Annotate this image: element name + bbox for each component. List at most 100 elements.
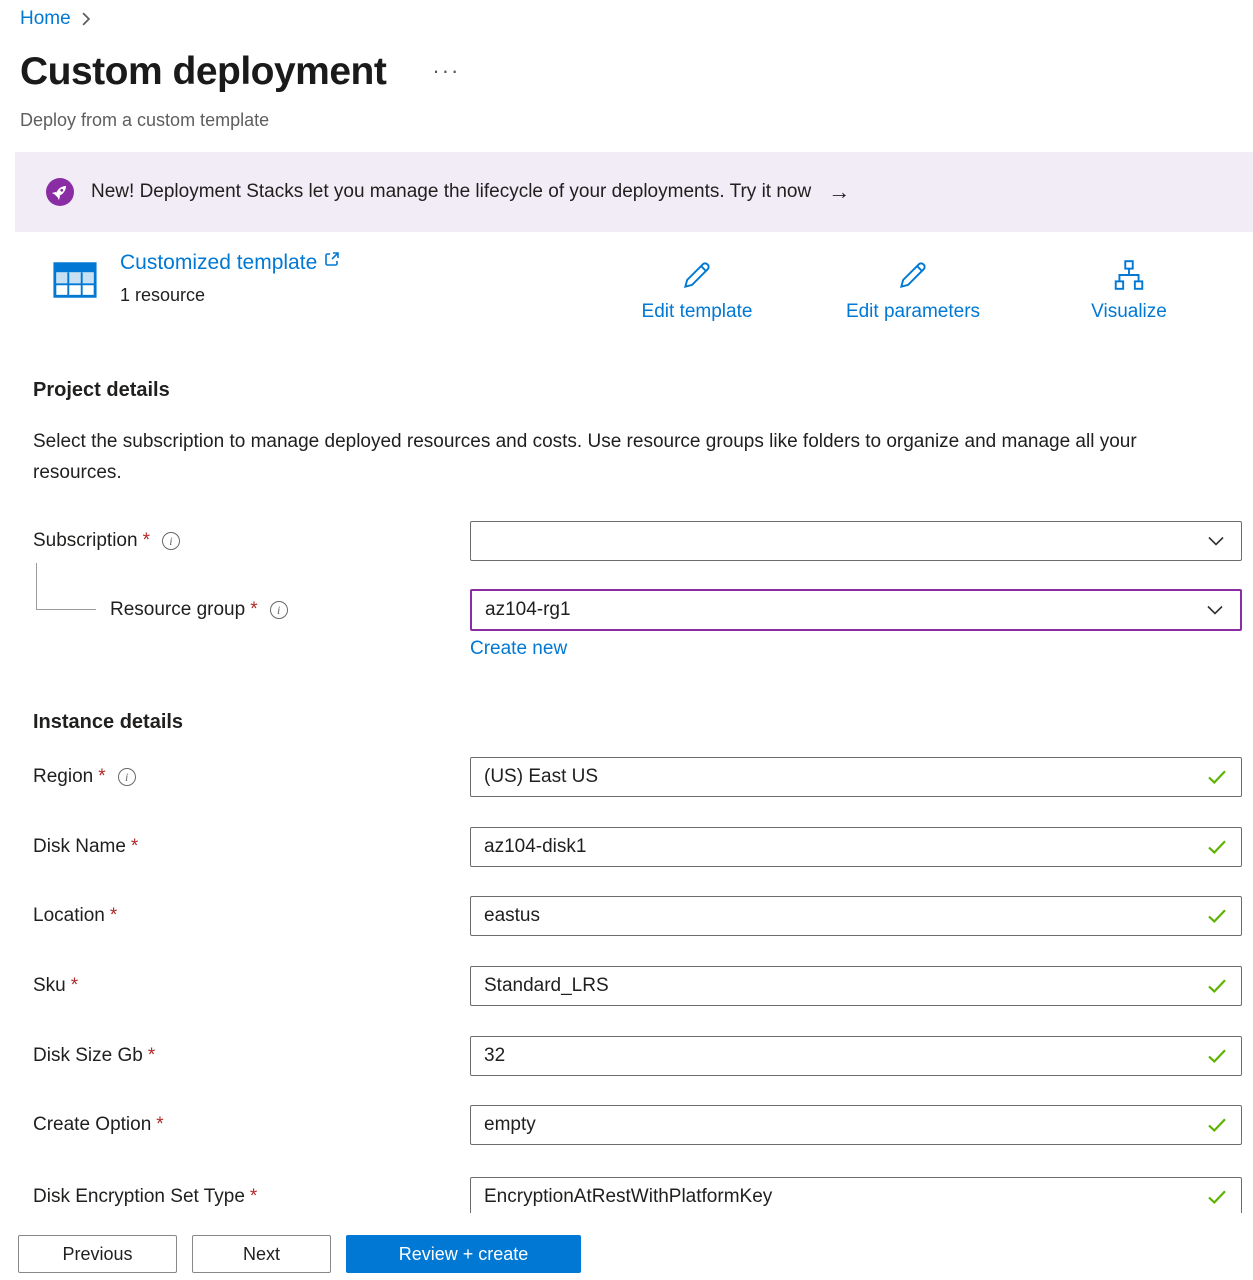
- disk-encryption-set-type-label: Disk Encryption Set Type *: [33, 1177, 257, 1217]
- edit-template-button[interactable]: Edit template: [589, 258, 805, 323]
- info-icon[interactable]: i: [162, 532, 180, 550]
- required-asterisk: *: [143, 530, 150, 552]
- create-new-link[interactable]: Create new: [470, 638, 567, 660]
- form-row-sku: Sku *: [0, 966, 1253, 1008]
- template-icon: [52, 257, 98, 303]
- required-asterisk: *: [98, 766, 105, 788]
- check-icon: [1207, 978, 1227, 994]
- breadcrumb: Home: [20, 8, 91, 30]
- external-link-icon: [324, 251, 340, 267]
- form-row-disk-size: Disk Size Gb *: [0, 1036, 1253, 1078]
- info-icon[interactable]: i: [118, 768, 136, 786]
- create-option-input-wrap: [470, 1105, 1242, 1145]
- form-row-disk-name: Disk Name *: [0, 827, 1253, 869]
- form-row-region: Region * i: [0, 757, 1253, 799]
- page-subtitle: Deploy from a custom template: [20, 110, 269, 131]
- disk-size-label: Disk Size Gb *: [33, 1036, 155, 1076]
- more-options-button[interactable]: ···: [432, 58, 460, 84]
- customized-template-link[interactable]: Customized template: [120, 251, 340, 275]
- resource-count: 1 resource: [120, 285, 205, 306]
- resource-group-label: Resource group * i: [110, 589, 288, 631]
- subscription-dropdown[interactable]: [470, 521, 1242, 561]
- edit-parameters-label: Edit parameters: [846, 301, 980, 323]
- next-button[interactable]: Next: [192, 1235, 331, 1273]
- label-text: Create Option: [33, 1114, 151, 1136]
- location-input[interactable]: [470, 896, 1242, 936]
- required-asterisk: *: [156, 1114, 163, 1136]
- edit-parameters-button[interactable]: Edit parameters: [805, 258, 1021, 323]
- disk-name-input-wrap: [470, 827, 1242, 867]
- disk-encryption-set-type-input[interactable]: [470, 1177, 1242, 1217]
- project-details-description: Select the subscription to manage deploy…: [33, 426, 1183, 488]
- sku-label: Sku *: [33, 966, 78, 1006]
- visualize-button[interactable]: Visualize: [1021, 258, 1237, 323]
- subscription-input-wrap: [470, 521, 1242, 561]
- disk-encryption-set-type-input-wrap: [470, 1177, 1242, 1217]
- title-row: Custom deployment ···: [20, 50, 460, 94]
- required-asterisk: *: [110, 905, 117, 927]
- label-text: Disk Name: [33, 836, 126, 858]
- banner-message: New! Deployment Stacks let you manage th…: [91, 181, 811, 203]
- review-create-button[interactable]: Review + create: [346, 1235, 581, 1273]
- label-text: Disk Size Gb: [33, 1045, 143, 1067]
- required-asterisk: *: [71, 975, 78, 997]
- required-asterisk: *: [250, 1186, 257, 1208]
- subscription-label: Subscription * i: [33, 521, 180, 561]
- create-option-label: Create Option *: [33, 1105, 164, 1145]
- template-actions: Edit template Edit parameters Visualiz: [589, 258, 1237, 323]
- label-text: Sku: [33, 975, 66, 997]
- label-text: Location: [33, 905, 105, 927]
- customized-template-label: Customized template: [120, 251, 317, 275]
- disk-name-input[interactable]: [470, 827, 1242, 867]
- chevron-down-icon: [1207, 605, 1223, 615]
- resource-group-value: az104-rg1: [485, 599, 571, 621]
- visualize-label: Visualize: [1091, 301, 1167, 323]
- location-label: Location *: [33, 896, 117, 936]
- resource-group-dropdown[interactable]: az104-rg1: [470, 589, 1242, 631]
- resource-group-input-wrap: az104-rg1: [470, 589, 1242, 631]
- disk-name-label: Disk Name *: [33, 827, 138, 867]
- region-input-wrap: [470, 757, 1242, 797]
- label-text: Region: [33, 766, 93, 788]
- project-details-heading: Project details: [33, 379, 170, 402]
- chevron-down-icon: [1208, 536, 1224, 546]
- instance-details-heading: Instance details: [33, 711, 183, 734]
- sku-input-wrap: [470, 966, 1242, 1006]
- check-icon: [1207, 769, 1227, 785]
- disk-size-input-wrap: [470, 1036, 1242, 1076]
- check-icon: [1207, 1048, 1227, 1064]
- check-icon: [1207, 1189, 1227, 1205]
- required-asterisk: *: [148, 1045, 155, 1067]
- region-input[interactable]: [470, 757, 1242, 797]
- previous-button[interactable]: Previous: [18, 1235, 177, 1273]
- deployment-stacks-banner[interactable]: New! Deployment Stacks let you manage th…: [15, 152, 1253, 232]
- label-text: Disk Encryption Set Type: [33, 1186, 245, 1208]
- sku-input[interactable]: [470, 966, 1242, 1006]
- info-icon[interactable]: i: [270, 601, 288, 619]
- pencil-icon: [680, 258, 714, 292]
- check-icon: [1207, 908, 1227, 924]
- chevron-right-icon: [81, 12, 91, 26]
- pencil-icon: [896, 258, 930, 292]
- page-title: Custom deployment: [20, 50, 386, 94]
- label-text: Resource group: [110, 599, 245, 621]
- arrow-right-icon[interactable]: →: [828, 179, 850, 205]
- region-label: Region * i: [33, 757, 136, 797]
- form-row-location: Location *: [0, 896, 1253, 938]
- edit-template-label: Edit template: [642, 301, 753, 323]
- check-icon: [1207, 839, 1227, 855]
- rocket-icon: [46, 178, 74, 206]
- custom-deployment-page: Home Custom deployment ··· Deploy from a…: [0, 0, 1253, 1280]
- form-row-subscription: Subscription * i: [0, 521, 1253, 563]
- footer-bar: Previous Next Review + create: [0, 1213, 1253, 1280]
- required-asterisk: *: [250, 599, 257, 621]
- label-text: Subscription: [33, 530, 138, 552]
- check-icon: [1207, 1117, 1227, 1133]
- breadcrumb-home-link[interactable]: Home: [20, 8, 71, 30]
- form-row-create-option: Create Option *: [0, 1105, 1253, 1147]
- disk-size-input[interactable]: [470, 1036, 1242, 1076]
- required-asterisk: *: [131, 836, 138, 858]
- hierarchy-icon: [1112, 258, 1146, 292]
- create-option-input[interactable]: [470, 1105, 1242, 1145]
- location-input-wrap: [470, 896, 1242, 936]
